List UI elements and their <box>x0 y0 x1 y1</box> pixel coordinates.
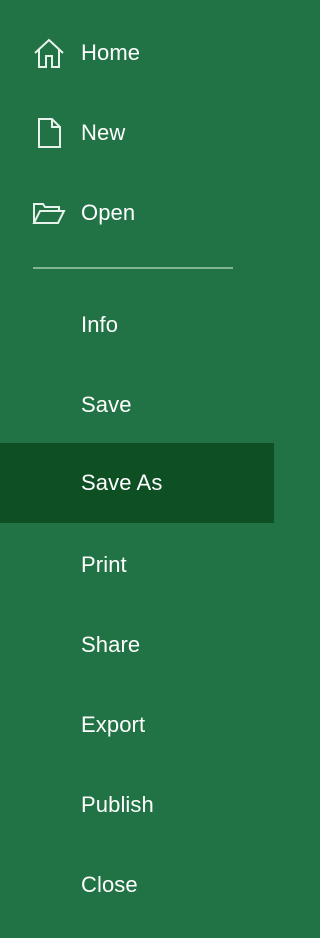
new-document-icon <box>32 116 66 150</box>
nav-item-info[interactable]: Info <box>0 285 274 365</box>
nav-label-home: Home <box>81 40 141 65</box>
nav-label-new: New <box>81 120 126 145</box>
nav-label-export: Export <box>81 712 146 737</box>
nav-item-home[interactable]: Home <box>0 13 274 93</box>
nav-item-save-as[interactable]: Save As <box>0 443 274 523</box>
nav-label-save-as: Save As <box>81 470 163 495</box>
nav-item-close[interactable]: Close <box>0 845 274 925</box>
nav-item-print[interactable]: Print <box>0 525 274 605</box>
nav-label-print: Print <box>81 552 127 577</box>
nav-label-save: Save <box>81 392 132 417</box>
nav-divider <box>33 267 233 269</box>
nav-item-share[interactable]: Share <box>0 605 274 685</box>
nav-label-share: Share <box>81 632 141 657</box>
nav-label-open: Open <box>81 200 136 225</box>
nav-item-export[interactable]: Export <box>0 685 274 765</box>
nav-label-info: Info <box>81 312 119 337</box>
nav-item-publish[interactable]: Publish <box>0 765 274 845</box>
open-folder-icon <box>32 196 66 230</box>
nav-item-save[interactable]: Save <box>0 365 274 445</box>
backstage-nav: Home New Open Info Save Save As Print Sh… <box>0 0 274 938</box>
nav-item-new[interactable]: New <box>0 93 274 173</box>
nav-item-open[interactable]: Open <box>0 173 274 253</box>
nav-label-close: Close <box>81 872 138 897</box>
nav-label-publish: Publish <box>81 792 154 817</box>
home-icon <box>32 36 66 70</box>
